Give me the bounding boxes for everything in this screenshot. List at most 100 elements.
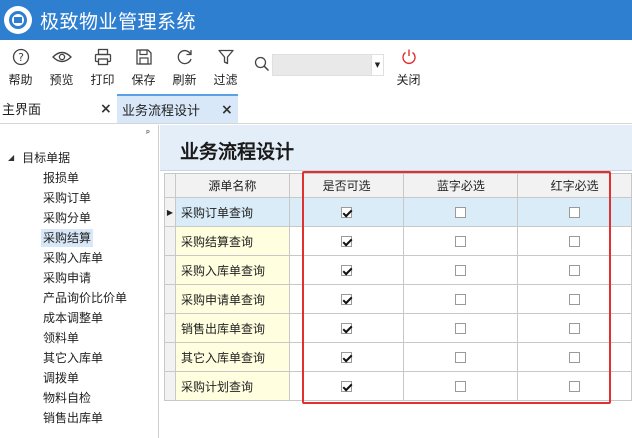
print-label: 打印	[90, 73, 115, 87]
tree-item[interactable]: 采购订单	[41, 189, 93, 207]
red-required-checkbox[interactable]	[569, 352, 581, 363]
source-name-cell[interactable]: 销售出库单查询	[174, 313, 290, 343]
preview-label: 预览	[49, 73, 74, 87]
red-required-checkbox[interactable]	[569, 207, 581, 218]
source-name-cell[interactable]: 采购申请单查询	[174, 284, 290, 314]
table-row[interactable]: 采购结算查询	[164, 226, 632, 256]
column-header-optional[interactable]: 是否可选	[288, 173, 405, 198]
blue-required-checkbox[interactable]	[455, 207, 467, 218]
red-required-checkbox[interactable]	[569, 265, 581, 276]
page-header: 业务流程设计	[160, 125, 632, 171]
source-name-cell[interactable]: 采购入库单查询	[174, 255, 290, 285]
tree-item[interactable]: 领料单	[41, 329, 81, 347]
save-button[interactable]: 保存	[123, 40, 164, 92]
tab-main-close-icon[interactable]: ×	[100, 101, 112, 117]
tree-item[interactable]: 产品询价比价单	[41, 289, 129, 307]
optional-cell	[288, 255, 405, 285]
pin-icon[interactable]: ᵖ	[146, 129, 150, 139]
close-label: 关闭	[396, 73, 421, 87]
row-indicator	[164, 255, 176, 285]
tree-item[interactable]: 调拨单	[41, 369, 81, 387]
optional-checkbox[interactable]	[341, 236, 353, 247]
search-icon[interactable]	[254, 56, 270, 75]
table-row[interactable]: 采购申请单查询	[164, 284, 632, 314]
tab-workflow-design-close-icon[interactable]: ×	[221, 102, 233, 118]
blue-required-cell	[403, 371, 519, 401]
tree-item[interactable]: 其它入库单	[41, 349, 105, 367]
blue-required-checkbox[interactable]	[455, 236, 467, 247]
tree-item[interactable]: 报损单	[41, 169, 81, 187]
tab-main-label: 主界面	[2, 103, 42, 118]
app-title: 极致物业管理系统	[40, 10, 197, 33]
tree-root[interactable]: ◢ 目标单据	[8, 149, 70, 166]
refresh-label: 刷新	[172, 73, 197, 87]
help-button[interactable]: ? 帮助	[0, 40, 41, 92]
tree-item[interactable]: 物料自检	[41, 389, 93, 407]
optional-cell	[288, 284, 405, 314]
blue-required-cell	[403, 313, 519, 343]
printer-icon	[94, 44, 112, 70]
optional-cell	[288, 197, 405, 227]
table-row[interactable]: 采购计划查询	[164, 371, 632, 401]
tree-item[interactable]: 采购分单	[41, 209, 93, 227]
tree-item[interactable]: 采购入库单	[41, 249, 105, 267]
search-input[interactable]	[272, 54, 372, 76]
table-row[interactable]: ▶ 采购订单查询	[164, 197, 632, 227]
search-box: ▼	[254, 54, 384, 76]
close-button[interactable]: 关闭	[388, 40, 429, 92]
table-row[interactable]: 销售出库单查询	[164, 313, 632, 343]
tab-workflow-design[interactable]: 业务流程设计 ×	[117, 94, 238, 123]
print-button[interactable]: 打印	[82, 40, 123, 92]
expand-arrow-icon[interactable]: ◢	[8, 153, 14, 162]
column-header-blue-required[interactable]: 蓝字必选	[403, 173, 519, 198]
blue-required-checkbox[interactable]	[455, 323, 467, 334]
blue-required-checkbox[interactable]	[455, 265, 467, 276]
blue-required-cell	[403, 255, 519, 285]
optional-checkbox[interactable]	[341, 294, 353, 305]
optional-checkbox[interactable]	[341, 207, 353, 218]
source-name-cell[interactable]: 采购计划查询	[174, 371, 290, 401]
optional-checkbox[interactable]	[341, 381, 353, 392]
table-row[interactable]: 其它入库单查询	[164, 342, 632, 372]
optional-checkbox[interactable]	[341, 323, 353, 334]
row-indicator	[164, 342, 176, 372]
blue-required-cell	[403, 197, 519, 227]
table-row[interactable]: 采购入库单查询	[164, 255, 632, 285]
source-name-cell[interactable]: 其它入库单查询	[174, 342, 290, 372]
row-indicator	[164, 284, 176, 314]
search-dropdown-icon[interactable]: ▼	[372, 54, 384, 76]
eye-icon	[51, 44, 72, 70]
tree-root-label: 目标单据	[22, 151, 71, 165]
filter-label: 过滤	[213, 73, 238, 87]
blue-required-checkbox[interactable]	[455, 381, 467, 392]
refresh-button[interactable]: 刷新	[164, 40, 205, 92]
red-required-checkbox[interactable]	[569, 381, 581, 392]
red-required-checkbox[interactable]	[569, 236, 581, 247]
blue-required-cell	[403, 342, 519, 372]
source-name-cell[interactable]: 采购订单查询	[174, 197, 290, 227]
tree-item[interactable]: 成本调整单	[41, 309, 105, 327]
red-required-checkbox[interactable]	[569, 323, 581, 334]
column-header-red-required[interactable]: 红字必选	[517, 173, 632, 198]
optional-cell	[288, 371, 405, 401]
column-header-source[interactable]: 源单名称	[174, 173, 290, 198]
red-required-cell	[517, 284, 632, 314]
row-indicator	[164, 313, 176, 343]
tab-main[interactable]: 主界面 ×	[0, 94, 116, 123]
row-indicator: ▶	[164, 197, 176, 227]
preview-button[interactable]: 预览	[41, 40, 82, 92]
red-required-cell	[517, 342, 632, 372]
blue-required-checkbox[interactable]	[455, 352, 467, 363]
tree-item-selected[interactable]: 采购结算	[41, 229, 94, 247]
tree-item[interactable]: 采购申请	[41, 269, 93, 287]
optional-checkbox[interactable]	[341, 352, 353, 363]
blue-required-cell	[403, 226, 519, 256]
red-required-checkbox[interactable]	[569, 294, 581, 305]
filter-button[interactable]: 过滤	[205, 40, 246, 92]
tree-item[interactable]: 销售出库单	[41, 409, 105, 427]
blue-required-checkbox[interactable]	[455, 294, 467, 305]
page-title: 业务流程设计	[180, 141, 295, 163]
filter-icon	[217, 44, 235, 70]
source-name-cell[interactable]: 采购结算查询	[174, 226, 290, 256]
optional-checkbox[interactable]	[341, 265, 353, 276]
